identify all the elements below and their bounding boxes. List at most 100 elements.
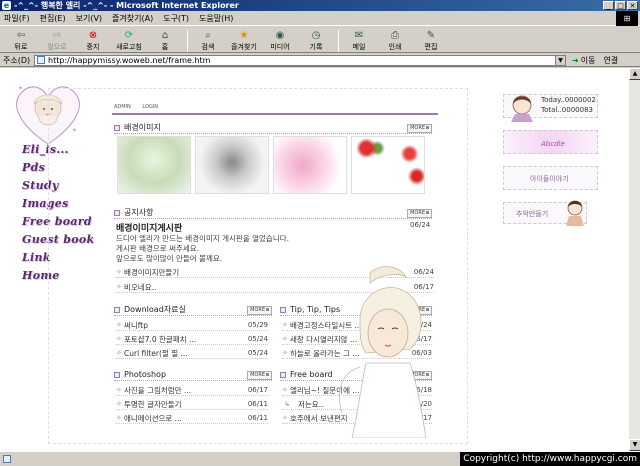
section-bullet-icon [280, 306, 286, 313]
page-icon [37, 56, 45, 64]
toolbar: ⇦ 뒤로 ⇨ 앞으로 ⊗ 중지 ⟳ 새로고침 ⌂ 홈 ⌕ 검색 ★ 즐겨찾기 ◉ 미디어 ◷ 기록… [0, 27, 640, 53]
scroll-up-icon[interactable]: ▲ [629, 68, 640, 80]
history-icon: ◷ [311, 29, 321, 41]
toolbar-separator [338, 30, 339, 52]
copyright-text: Copyright(c) http://www.happycgi.com [460, 452, 640, 466]
print-icon: ⎙ [391, 29, 399, 41]
back-button[interactable]: ⇦ 뒤로 [4, 28, 38, 52]
list-item[interactable]: ✧ 포토샵7.0 한글패치 ... 05/24 [116, 334, 268, 345]
forward-button[interactable]: ⇨ 앞으로 [40, 28, 74, 52]
list-bullet-icon: ✧ [116, 283, 122, 291]
media-icon: ◉ [275, 29, 285, 41]
photoshop-more-button[interactable]: MORE [247, 371, 272, 380]
minimize-icon[interactable]: _ [603, 1, 614, 10]
bg-thumbnail[interactable] [351, 136, 425, 194]
list-item[interactable]: ✧ Curl filter(펄 필 ... 05/24 [116, 348, 268, 359]
svg-text:✦: ✦ [18, 85, 23, 92]
bg-images-more-button[interactable]: MORE [407, 124, 432, 133]
bg-thumbnail[interactable] [195, 136, 269, 194]
vertical-scrollbar[interactable]: ▲ ▼ [628, 68, 640, 451]
go-arrow-icon: ➜ [572, 55, 579, 65]
menu-favorites[interactable]: 즐겨찾기(A) [112, 13, 153, 24]
download-title: Download자료실 [124, 305, 186, 314]
page-content: ✦ ✦ Eli_is... Pds Study Images Free boar… [0, 68, 628, 451]
girl-avatar-icon [566, 200, 584, 226]
top-links: ADMIN LOGIN [110, 104, 440, 112]
forward-arrow-icon: ⇨ [52, 29, 62, 41]
links-button[interactable]: 연결 [603, 55, 618, 66]
today-counter: Today..0000002 [541, 96, 596, 104]
freeboard-title: Free board [290, 370, 333, 379]
download-more-button[interactable]: MORE [247, 306, 272, 315]
menu-tools[interactable]: 도구(T) [163, 13, 189, 24]
window-title-bar: e -^_^- 행복한 엘리 -^_^- - Microsoft Interne… [0, 0, 640, 11]
section-bullet-icon [114, 124, 120, 131]
refresh-button[interactable]: ⟳ 새로고침 [112, 28, 146, 52]
memory-label: 추억만들기 [516, 210, 549, 218]
search-button[interactable]: ⌕ 검색 [191, 28, 225, 52]
bg-thumbnail[interactable] [273, 136, 347, 194]
history-button[interactable]: ◷ 기록 [299, 28, 333, 52]
mail-icon: ✉ [354, 29, 364, 41]
stop-button[interactable]: ⊗ 중지 [76, 28, 110, 52]
address-dropdown-icon[interactable]: ▼ [555, 55, 565, 65]
media-button[interactable]: ◉ 미디어 [263, 28, 297, 52]
bg-images-header: 배경이미지 MORE [114, 122, 432, 134]
ie-logo-icon: e [2, 1, 11, 10]
address-input[interactable]: http://happymissy.woweb.net/frame.htm ▼ [34, 54, 566, 66]
back-arrow-icon: ⇦ [16, 29, 26, 41]
photoshop-title: Photoshop [124, 370, 167, 379]
download-header: Download자료실 MORE [114, 304, 272, 316]
home-button[interactable]: ⌂ 홈 [148, 28, 182, 52]
section-bullet-icon [280, 371, 286, 378]
scroll-down-icon[interactable]: ▼ [629, 439, 640, 451]
notice-body: 드디어 엘리가 만드는 배경이미지 게시판을 열었습니다. 게시판 배경으로 써… [116, 234, 290, 263]
menu-edit[interactable]: 편집(E) [40, 13, 66, 24]
window-title: -^_^- 행복한 엘리 -^_^- - Microsoft Internet … [14, 1, 239, 10]
admin-link[interactable]: ADMIN [114, 104, 131, 110]
list-item[interactable]: ✧ 애니메이션으로 ... 06/11 [116, 413, 268, 424]
total-counter: Total..0000083 [541, 106, 593, 114]
stop-icon: ⊗ [88, 29, 98, 41]
menu-help[interactable]: 도움말(H) [199, 13, 233, 24]
edit-icon: ✎ [426, 29, 436, 41]
photoshop-header: Photoshop MORE [114, 369, 272, 381]
notice-headline[interactable]: 배경이미지게시판 [116, 221, 182, 234]
search-icon: ⌕ [205, 29, 211, 41]
header-divider [112, 113, 438, 115]
section-bullet-icon [114, 306, 120, 313]
notice-more-button[interactable]: MORE [407, 209, 432, 218]
login-link[interactable]: LOGIN [142, 104, 158, 110]
maximize-icon[interactable]: □ [615, 1, 626, 10]
mail-button[interactable]: ✉ 메일 [342, 28, 376, 52]
menu-bar: 파일(F) 편집(E) 보기(V) 즐겨찾기(A) 도구(T) 도움말(H) ⊞ [0, 11, 640, 26]
bg-thumbnail[interactable] [117, 136, 191, 194]
banner-label: Abcdle [541, 140, 565, 148]
menu-view[interactable]: 보기(V) [76, 13, 102, 24]
list-bullet-icon: ✧ [116, 268, 122, 276]
toolbar-separator [187, 30, 188, 52]
edit-button[interactable]: ✎ 편집 [414, 28, 448, 52]
address-url: http://happymissy.woweb.net/frame.htm [48, 55, 211, 65]
menu-file[interactable]: 파일(F) [4, 13, 30, 24]
favorites-icon: ★ [239, 29, 249, 41]
favorites-button[interactable]: ★ 즐겨찾기 [227, 28, 261, 52]
address-bar: 주소(D) http://happymissy.woweb.net/frame.… [0, 54, 640, 67]
section-bullet-icon [114, 371, 120, 378]
notice-header: 공지사항 MORE [114, 207, 432, 219]
print-button[interactable]: ⎙ 인쇄 [378, 28, 412, 52]
close-icon[interactable]: ✕ [627, 1, 638, 10]
window-controls: _ □ ✕ [603, 1, 638, 10]
diary-label: 아이들이야기 [530, 175, 569, 183]
list-item[interactable]: ✧ 사진을 그림처럼만 ... 06/17 [116, 385, 268, 396]
refresh-icon: ⟳ [124, 29, 134, 41]
notice-title: 공지사항 [124, 208, 154, 217]
windows-logo-icon: ⊞ [616, 11, 638, 26]
list-item[interactable]: ✧ 투명한 글자만들기 06/11 [116, 399, 268, 410]
go-button[interactable]: ➜ 이동 [572, 55, 595, 66]
girl-avatar-icon [511, 95, 533, 122]
page-status-icon [3, 455, 11, 463]
section-bullet-icon [114, 209, 120, 216]
list-item[interactable]: ✧ 써니ftp 05/29 [116, 320, 268, 331]
address-label: 주소(D) [3, 55, 31, 65]
